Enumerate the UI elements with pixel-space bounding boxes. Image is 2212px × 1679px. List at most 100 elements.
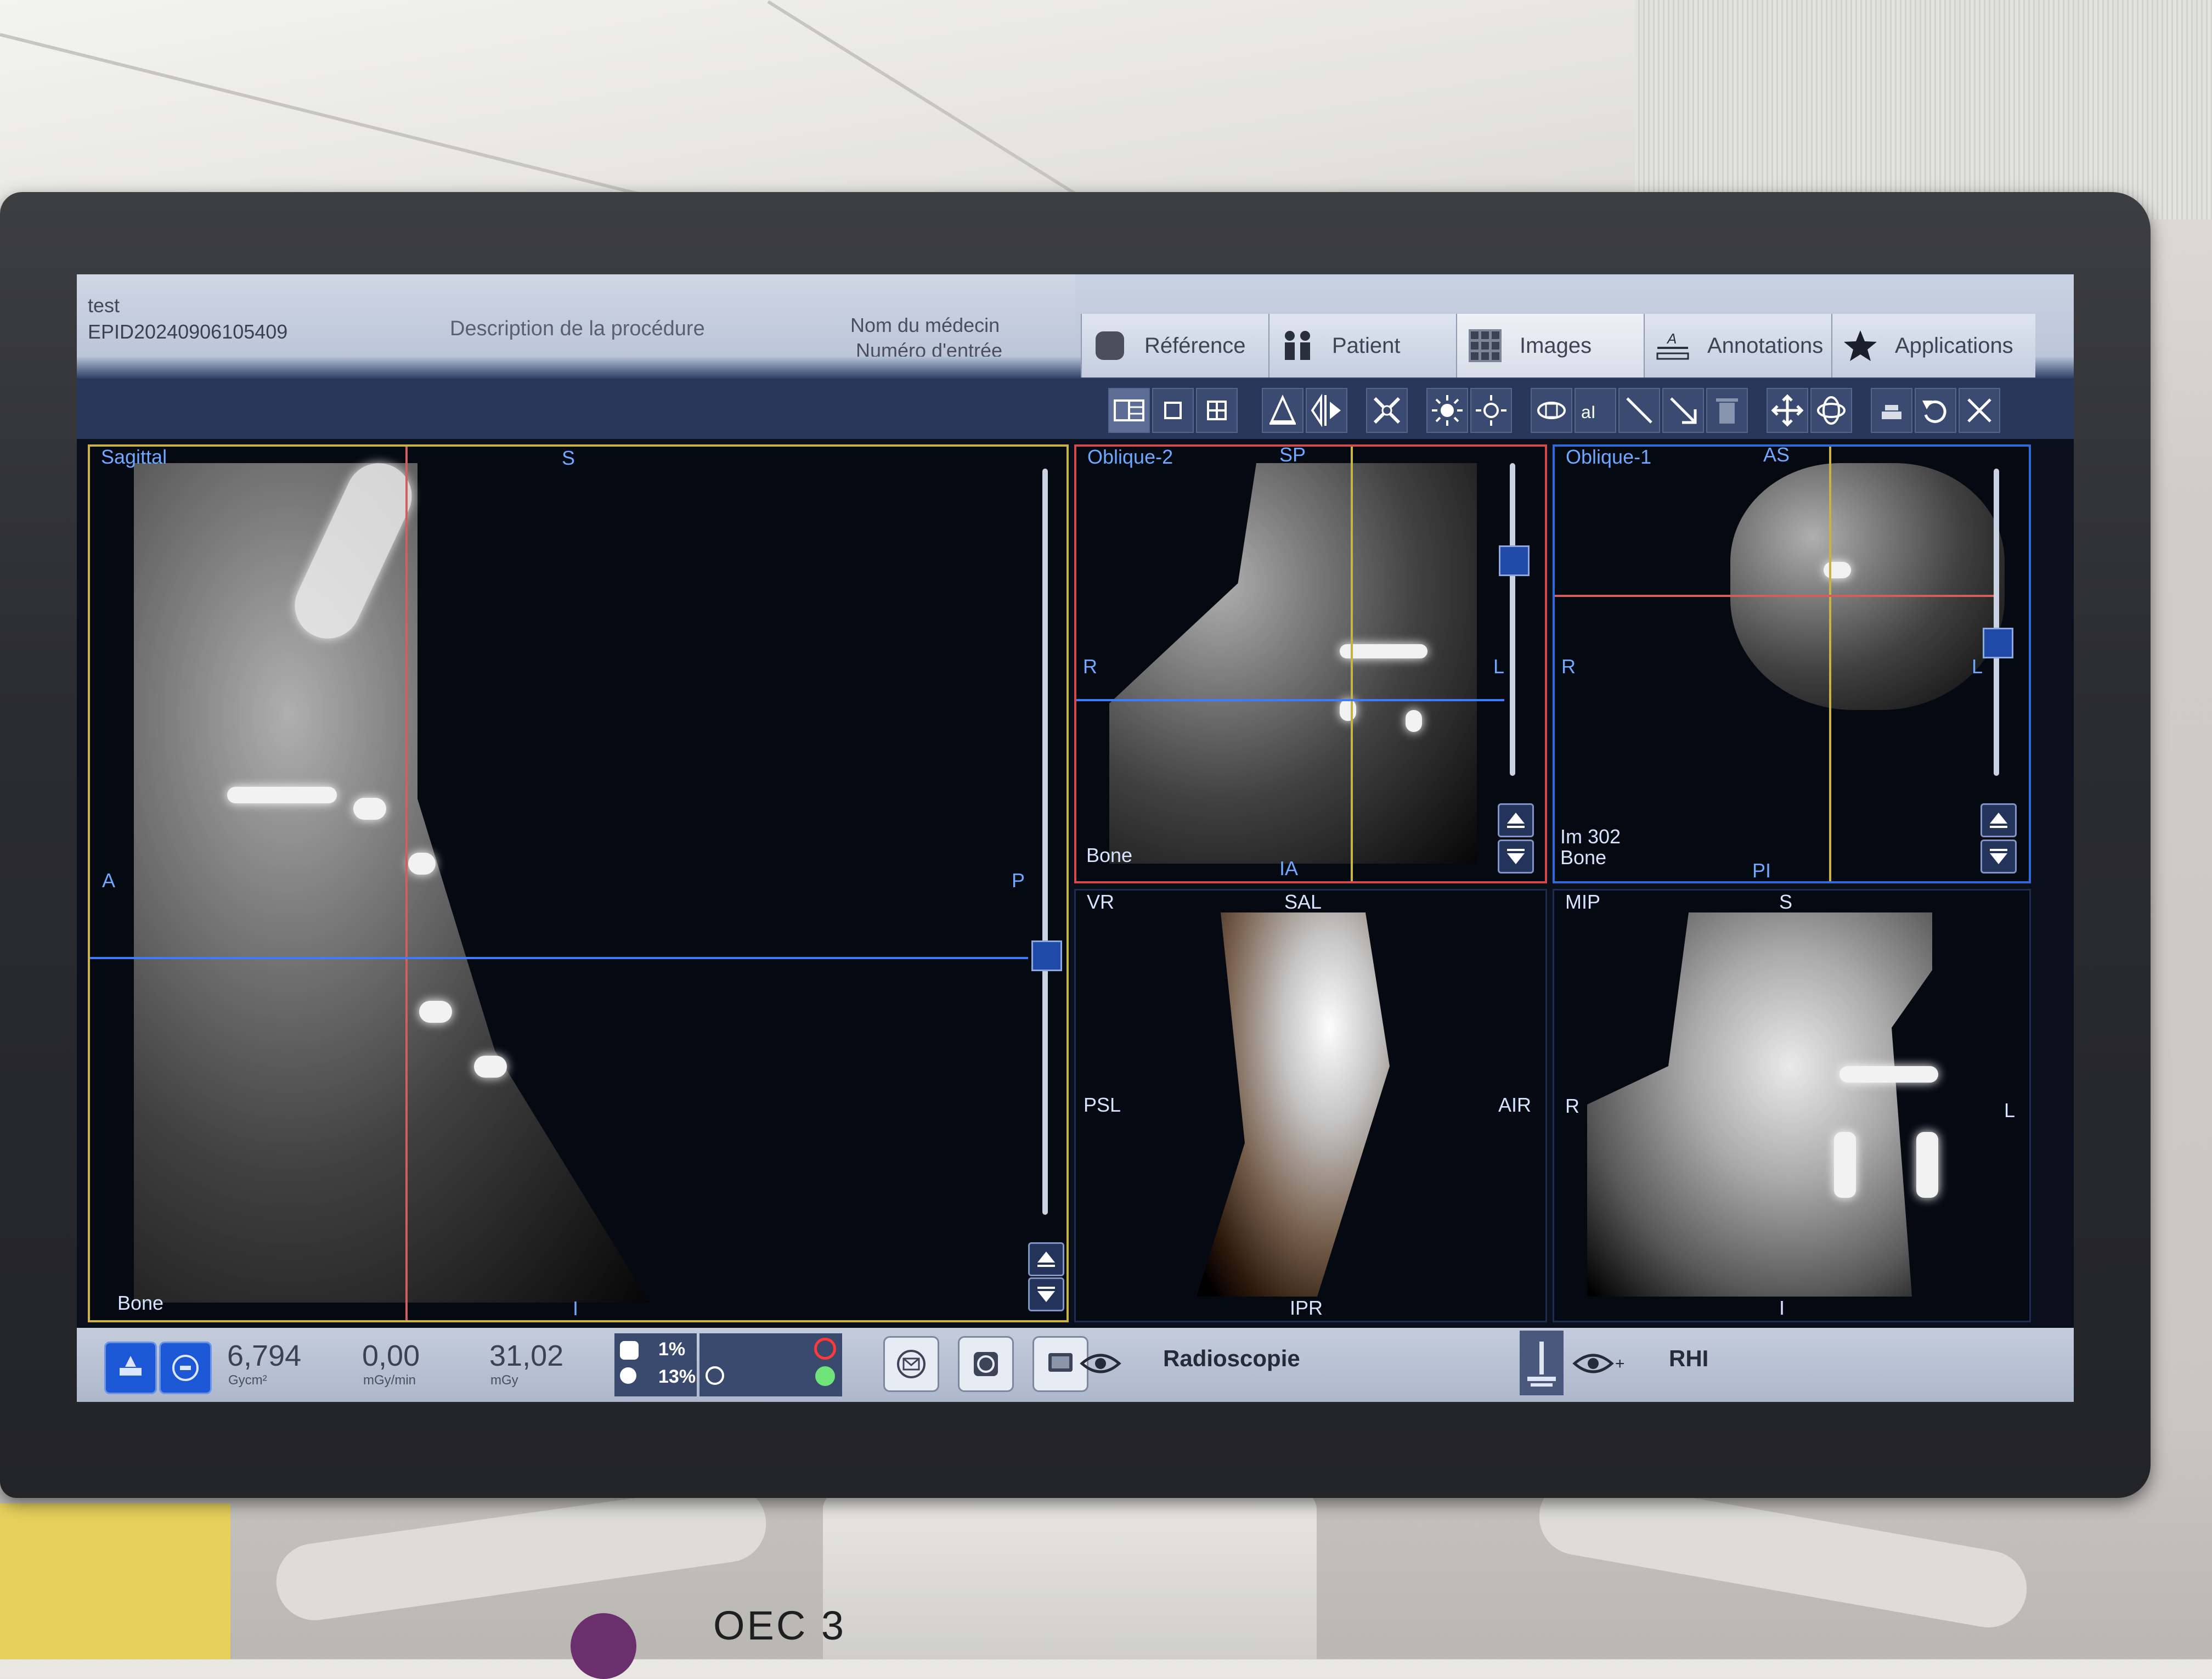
eye-plus-icon[interactable]: + [1572,1347,1627,1380]
orientation-right: P [1012,869,1025,892]
orientation-button[interactable] [1262,388,1304,433]
tools-icon [1373,397,1401,424]
window-preset: Bone [1560,846,1607,869]
scroll-up-icon [1990,813,2007,828]
implant-screw [1916,1132,1938,1198]
crosshair-horizontal [1555,595,1994,597]
tools-button[interactable] [1366,388,1408,433]
tab-reference[interactable]: Référence [1081,314,1268,378]
slice-slider-thumb[interactable] [1983,628,2013,658]
trash-icon [1716,398,1738,424]
tab-annotations[interactable]: A Annotations [1644,314,1831,378]
orientation-bottom: IPR [1290,1297,1323,1319]
rotate-3d-button[interactable] [1531,388,1572,433]
undo-button[interactable] [1915,388,1956,433]
text-annotation-button[interactable]: aI [1575,388,1616,433]
detector-button[interactable] [159,1342,212,1394]
pan-button[interactable] [1767,388,1808,433]
physician-name: Nom du médecin [850,314,1000,336]
tab-label: Annotations [1707,333,1824,358]
orientation-left: A [102,869,116,892]
scroll-down-button[interactable] [1028,1277,1064,1311]
tab-patient[interactable]: Patient [1268,314,1456,378]
delete-button[interactable] [1706,388,1748,433]
sagittal-image [134,463,650,1303]
xray-tube-icon [120,1356,142,1376]
implant-screw [408,853,436,875]
store-image-button[interactable] [883,1336,939,1392]
scroll-up-icon [1037,1252,1055,1267]
auto-brightness-button[interactable] [1470,388,1512,433]
flip-button[interactable] [1306,388,1347,433]
viewport-title: Oblique-1 [1566,446,1652,468]
viewport-oblique-1[interactable]: Oblique-1 AS R L PI Im 302 Bone [1553,443,2031,883]
orientation-top: AS [1763,443,1790,466]
dose-rate-value: 0,00 [362,1339,420,1372]
patient-icon [1278,326,1317,365]
tab-images[interactable]: Images [1456,314,1644,378]
svg-text:+: + [1615,1355,1625,1373]
layout-single-button[interactable] [1152,388,1194,433]
scroll-down-button[interactable] [1980,840,2017,874]
orientation-right: L [1493,655,1505,678]
arrow-annotation-button[interactable] [1662,388,1704,433]
line-measure-icon [1626,397,1652,424]
secondary-mode-label: RHI [1669,1345,1709,1371]
implant-screw [1340,699,1356,721]
slice-slider-thumb[interactable] [1031,940,1062,971]
slice-slider-track[interactable] [1510,463,1515,776]
viewport-sagittal[interactable]: Sagittal S A P I Bone [88,444,1069,1322]
table-position-icon [1527,1342,1556,1387]
table-button[interactable] [1871,388,1912,433]
scroll-up-icon [1507,813,1525,828]
scroll-up-button[interactable] [1980,803,2017,837]
line-measure-button[interactable] [1618,388,1660,433]
scroll-up-button[interactable] [1028,1242,1064,1276]
implant-screw [353,798,386,820]
tab-label: Applications [1895,333,2013,358]
rotate-button[interactable] [1810,388,1852,433]
orientation-right: AIR [1498,1094,1532,1116]
slice-slider-track[interactable] [1042,469,1048,1215]
slice-slider-thumb[interactable] [1499,545,1530,576]
collimator-button[interactable] [958,1336,1014,1392]
layout-single-icon [1164,402,1182,419]
brightness-button[interactable] [1426,388,1468,433]
patient-info-panel[interactable]: test EPID20240906105409 Description de l… [77,274,1075,362]
close-button[interactable] [1959,388,2000,433]
layout-1plus3-icon [1114,399,1144,421]
layout-quad-button[interactable] [1196,388,1238,433]
orientation-right: L [1972,655,1983,678]
window-preset: Bone [117,1292,164,1314]
rotate-icon [1817,396,1846,425]
patient-id: EPID20240906105409 [88,320,288,343]
viewport-vr[interactable]: VR SAL PSL AIR IPR [1074,889,1547,1322]
implant-screw [1834,1132,1856,1198]
arrow-annotation-icon [1670,397,1697,424]
tab-applications[interactable]: Applications [1831,314,2035,378]
orientation-top: S [1779,891,1793,913]
implant-screw [419,1001,452,1023]
layout-1plus3-button[interactable] [1108,388,1150,433]
patient-name: test [88,294,120,317]
orientation-bottom: IA [1279,857,1299,880]
tab-label: Patient [1332,333,1401,358]
oblique-1-image [1730,463,2005,710]
no-laser-icon [814,1338,836,1360]
monitor-icon [1048,1353,1073,1372]
orientation-icon [1269,395,1296,425]
table-position-button[interactable] [1520,1331,1564,1395]
star-icon [1841,326,1880,365]
implant-screw [1406,710,1422,732]
scroll-up-button[interactable] [1498,803,1534,837]
viewport-mip[interactable]: MIP S R L I [1553,889,2031,1322]
scroll-down-button[interactable] [1498,840,1534,874]
viewport-oblique-2[interactable]: Oblique-2 SP R L IA Bone [1074,443,1547,883]
footswitch-icon [815,1366,835,1386]
implant-screw [1824,562,1851,578]
stand-arm [271,1480,771,1625]
xray-tube-button[interactable] [104,1342,157,1394]
implant-rod [1340,644,1427,658]
slice-slider-track[interactable] [1994,469,1999,776]
rotate-3d-icon [1537,402,1566,419]
